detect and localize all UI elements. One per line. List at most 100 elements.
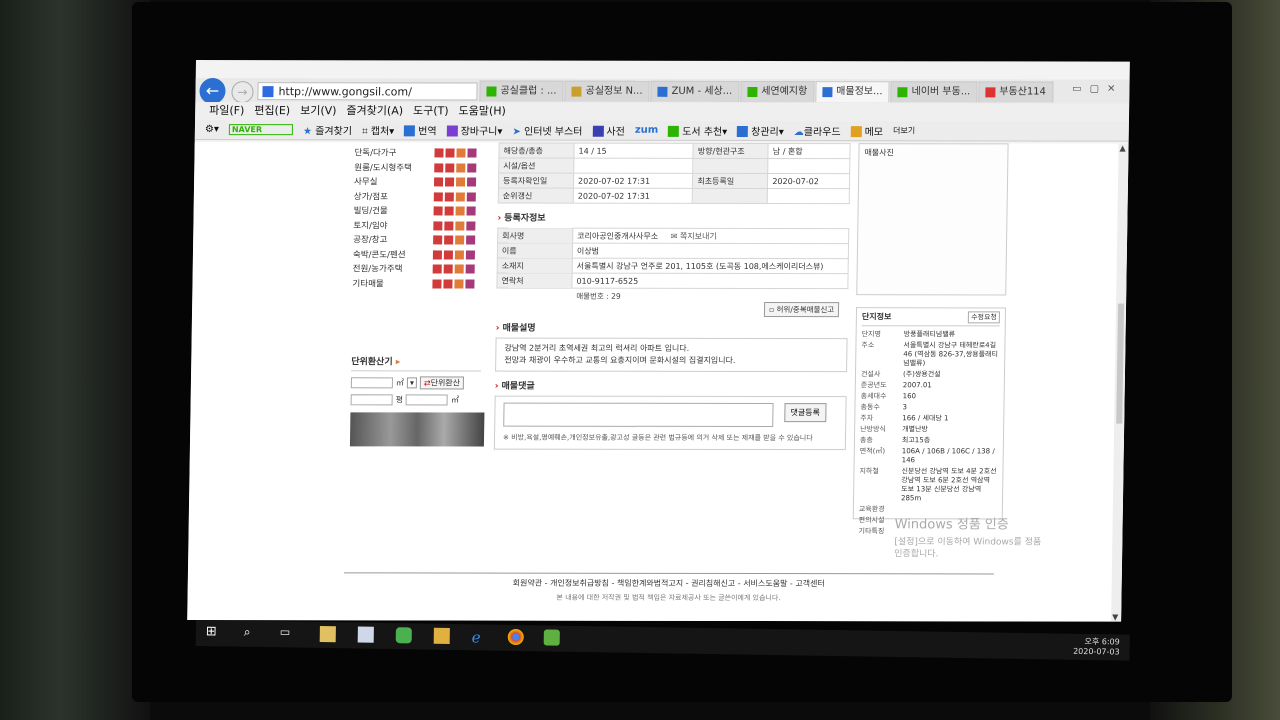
badge-icon[interactable] (456, 162, 466, 172)
search-icon[interactable]: ⌕ (244, 625, 260, 641)
more-button[interactable]: 더보기 (893, 125, 915, 136)
badge-icon[interactable] (465, 278, 475, 289)
badge-icon[interactable] (466, 191, 476, 202)
menu-item-2[interactable]: 보기(V) (300, 102, 337, 120)
back-icon[interactable]: ← (199, 78, 226, 105)
forward-icon[interactable]: → (231, 81, 254, 104)
menu-item-5[interactable]: 도움말(H) (458, 102, 506, 120)
category-item[interactable]: 토지/임야 (353, 219, 483, 234)
unit-select[interactable]: ▾ (406, 377, 418, 389)
badge-icon[interactable] (443, 264, 453, 274)
badge-icon[interactable] (445, 162, 455, 172)
app-pin-icon[interactable] (357, 626, 374, 643)
edit-request-button[interactable]: 수정요청 (968, 311, 1000, 324)
badge-icon[interactable] (433, 235, 443, 245)
badge-icon[interactable] (444, 235, 454, 245)
chrome-icon[interactable] (507, 628, 524, 646)
badge-icon[interactable] (455, 177, 466, 187)
badge-icon[interactable] (434, 148, 444, 158)
category-item[interactable]: 숙박/콘도/펜션 (353, 248, 483, 263)
banner-image[interactable] (349, 412, 485, 447)
footer-links[interactable]: 회원약관 - 개인정보취급방침 - 책임한계와법적고지 - 권리침해신고 - 서… (343, 572, 994, 590)
m2-result-input[interactable] (405, 394, 449, 406)
window-manage-button[interactable]: 창관리▾ (737, 123, 784, 138)
tab-0[interactable]: 공실클럽 : ... (479, 80, 564, 102)
comment-submit-button[interactable]: 댓글등록 (784, 403, 827, 423)
ie-icon[interactable]: ℯ (472, 628, 488, 646)
folder-pin-icon[interactable] (319, 625, 336, 643)
badge-icon[interactable] (444, 191, 454, 201)
naver-search-box[interactable]: NAVER (228, 124, 294, 136)
scroll-down-icon[interactable]: ▼ (1112, 613, 1118, 622)
comment-input[interactable] (503, 402, 774, 428)
tab-1[interactable]: 공실정보 N... (564, 80, 650, 102)
tab-2[interactable]: ZUM - 세상... (650, 80, 740, 102)
translate-button[interactable]: 번역 (404, 122, 437, 137)
badge-icon[interactable] (445, 148, 455, 158)
category-item[interactable]: 상가/점포 (354, 190, 484, 205)
badge-icon[interactable] (433, 220, 443, 230)
badge-icon[interactable] (454, 264, 464, 274)
tab-5[interactable]: 네이버 부동... (890, 81, 978, 103)
green-app2-icon[interactable] (543, 629, 560, 646)
m2-input[interactable] (350, 377, 393, 389)
pyeong-input[interactable] (350, 394, 393, 406)
badge-icon[interactable] (466, 177, 477, 187)
favorites-button[interactable]: ★ 즐겨찾기 (303, 122, 352, 137)
category-item[interactable]: 원룸/도시형주택 (354, 161, 484, 176)
memo-button[interactable]: 메모 (850, 123, 884, 138)
task-view-icon[interactable]: ▭ (280, 625, 296, 641)
badge-icon[interactable] (444, 220, 454, 230)
gear-icon[interactable]: ⚙▾ (205, 124, 219, 135)
badge-icon[interactable] (443, 249, 453, 259)
explorer-icon[interactable] (433, 627, 450, 644)
scroll-thumb[interactable] (1116, 303, 1125, 424)
category-item[interactable]: 단독/다가구 (354, 146, 484, 161)
book-button[interactable]: 도서 추천▾ (668, 123, 727, 138)
badge-icon[interactable] (454, 249, 464, 259)
badge-icon[interactable] (432, 249, 442, 259)
convert-button[interactable]: ⇄단위환산 (419, 376, 465, 390)
cart-button[interactable]: 장바구니▾ (446, 122, 503, 138)
menu-item-4[interactable]: 도구(T) (413, 102, 449, 120)
category-item[interactable]: 기타매물 (352, 277, 482, 292)
badge-icon[interactable] (443, 278, 453, 288)
tab-6[interactable]: 부동산114 (978, 81, 1054, 103)
badge-icon[interactable] (434, 162, 444, 172)
tab-4[interactable]: 매물정보... (815, 81, 890, 103)
badge-icon[interactable] (466, 206, 476, 216)
badge-icon[interactable] (465, 249, 475, 260)
booster-button[interactable]: ➤ 인터넷 부스터 (512, 123, 582, 138)
badge-icon[interactable] (432, 264, 442, 274)
badge-icon[interactable] (467, 148, 477, 158)
badge-icon[interactable] (432, 278, 442, 288)
category-item[interactable]: 사무실 (354, 175, 484, 190)
badge-icon[interactable] (433, 206, 443, 216)
badge-icon[interactable] (466, 235, 476, 245)
badge-icon[interactable] (455, 206, 465, 216)
badge-icon[interactable] (466, 220, 476, 231)
scroll-up-icon[interactable]: ▲ (1119, 144, 1125, 153)
badge-icon[interactable] (456, 148, 466, 158)
report-button[interactable]: ▫ 허위/중복매물신고 (763, 302, 840, 318)
green-app-icon[interactable] (395, 627, 412, 644)
tab-3[interactable]: 세연예지항 (740, 80, 815, 103)
system-tray[interactable]: 오후 6:09 2020-07-03 (1073, 636, 1120, 657)
category-item[interactable]: 빌딩/건물 (353, 204, 483, 219)
message-button[interactable]: ✉ 쪽지보내기 (668, 231, 717, 240)
capture-button[interactable]: ⌗ 캡처▾ (362, 122, 394, 137)
badge-icon[interactable] (444, 177, 455, 187)
badge-icon[interactable] (455, 235, 465, 245)
category-item[interactable]: 전원/농가주택 (353, 262, 483, 277)
windows-start-icon[interactable]: ⊞ (206, 624, 222, 640)
category-item[interactable]: 공장/창고 (353, 233, 483, 248)
badge-icon[interactable] (465, 264, 475, 274)
menu-item-1[interactable]: 편집(E) (254, 102, 290, 120)
badge-icon[interactable] (444, 206, 454, 216)
menu-item-0[interactable]: 파일(F) (209, 102, 244, 120)
badge-icon[interactable] (455, 191, 465, 201)
cloud-button[interactable]: ☁클라우드 (794, 123, 841, 138)
menu-item-3[interactable]: 즐겨찾기(A) (346, 102, 403, 120)
badge-icon[interactable] (433, 191, 443, 201)
dict-button[interactable]: 사전 (592, 123, 625, 138)
